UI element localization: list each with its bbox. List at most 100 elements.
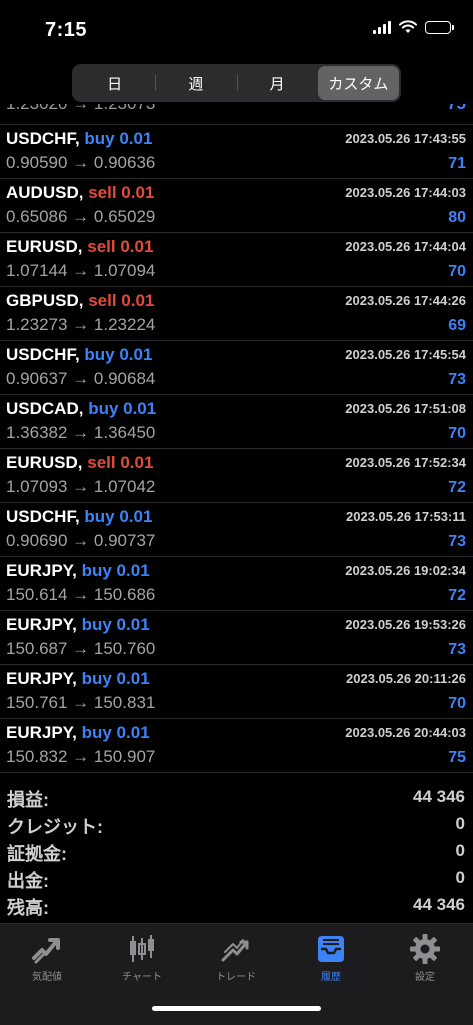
segment-custom[interactable]: カスタム [317,66,399,100]
summary-value: 0 [455,868,465,887]
trade-profit: 75 [448,749,466,766]
summary-value: 44 346 [413,787,465,806]
trade-symbol: EURJPY, [6,723,77,742]
trade-side: sell 0.01 [88,183,155,202]
trade-profit: 71 [448,155,466,172]
trade-symbol-line: EURJPY, buy 0.01 [6,723,150,743]
trade-side: sell 0.01 [88,291,155,310]
tab-chart[interactable]: チャート [102,932,182,992]
segment-month[interactable]: 月 [236,66,318,100]
summary-row-balance: 残高: 44 346 [0,892,473,919]
segment-day[interactable]: 日 [74,66,155,100]
tab-settings[interactable]: 設定 [385,932,465,992]
quotes-icon [32,938,60,964]
trade-symbol: USDCHF, [6,129,80,148]
period-segmented-control: 日 週 月 カスタム [72,64,401,102]
trade-time: 2023.05.26 17:45:54 [345,347,466,362]
summary-value: 0 [455,841,465,860]
summary-row-withdrawal: 出金: 0 [0,865,473,892]
trade-time: 2023.05.26 17:44:03 [345,185,466,200]
trade-symbol-line: AUDUSD, sell 0.01 [6,183,154,203]
settings-gear-icon [410,934,440,964]
trade-symbol: EURJPY, [6,615,77,634]
trade-row[interactable]: USDCAD, buy 0.01 2023.05.26 17:51:08 1.363… [0,395,473,449]
trade-symbol-line: EURUSD, sell 0.01 [6,453,153,473]
trade-row[interactable]: USDCHF, buy 0.01 2023.05.26 17:45:54 0.906… [0,341,473,395]
trade-prices: 0.90690 → 0.90737 [6,531,156,550]
trade-symbol: EURUSD, [6,237,83,256]
trade-side: buy 0.01 [81,561,150,580]
trade-profit: 70 [448,695,466,712]
trade-prices: 1.07093 → 1.07042 [6,477,156,496]
trade-profit: 73 [448,533,466,550]
trade-side: buy 0.01 [84,345,153,364]
trade-row[interactable]: GBPUSD, sell 0.01 2023.05.26 17:44:26 1.23… [0,287,473,341]
trade-side: sell 0.01 [87,453,154,472]
trade-symbol: EURJPY, [6,561,77,580]
cellular-signal-icon [373,20,391,34]
trade-prices: 150.761 → 150.831 [6,693,156,712]
trade-symbol-line: EURJPY, buy 0.01 [6,669,150,689]
trade-row[interactable]: USDCHF, buy 0.01 2023.05.26 17:53:11 0.906… [0,503,473,557]
trade-side: buy 0.01 [81,669,150,688]
summary-label: 出金: [7,871,49,891]
home-indicator [152,1006,321,1011]
trade-row[interactable]: EURJPY, buy 0.01 2023.05.26 19:02:34 150.6… [0,557,473,611]
trade-row[interactable]: EURJPY, buy 0.01 2023.05.26 19:53:26 150.6… [0,611,473,665]
history-inbox-icon [318,936,344,962]
tab-label: 履歴 [321,972,341,983]
trade-row[interactable]: EURUSD, sell 0.01 2023.05.26 17:44:04 1.07… [0,233,473,287]
trade-symbol: EURJPY, [6,669,77,688]
trade-symbol: EURUSD, [6,453,83,472]
trade-profit: 73 [448,371,466,388]
tab-label: 気配値 [32,972,62,983]
wifi-icon [399,20,417,33]
segment-week[interactable]: 週 [155,66,236,100]
trade-symbol: AUDUSD, [6,183,84,202]
trade-symbol: USDCAD, [6,399,84,418]
account-summary: 損益: 44 346 クレジット: 0 証拠金: 0 出金: 0 残高: 44 … [0,784,473,919]
trade-prices: 0.90637 → 0.90684 [6,369,156,388]
trade-icon [221,939,249,962]
trade-profit: 75 [447,104,466,114]
trade-profit: 73 [448,641,466,658]
trade-side: sell 0.01 [87,237,154,256]
summary-label: クレジット: [7,817,103,837]
trade-row[interactable]: EURJPY, buy 0.01 2023.05.26 20:44:03 150.8… [0,719,473,773]
trade-side: buy 0.01 [81,615,150,634]
trade-time: 2023.05.26 17:53:11 [346,509,466,524]
trade-history-list[interactable]: 1.23020 → 1.23073 75 USDCHF, buy 0.01 202… [0,104,473,774]
trade-symbol-line: USDCHF, buy 0.01 [6,345,152,365]
trade-time: 2023.05.26 19:53:26 [345,617,466,632]
tab-trade[interactable]: トレード [196,932,276,992]
trade-prices: 1.36382 → 1.36450 [6,423,156,442]
list-item-partial[interactable]: 1.23020 → 1.23073 75 [0,104,473,125]
trade-symbol-line: GBPUSD, sell 0.01 [6,291,154,311]
trade-profit: 72 [448,479,466,496]
trade-row[interactable]: USDCHF, buy 0.01 2023.05.26 17:43:55 0.905… [0,125,473,179]
trade-time: 2023.05.26 17:44:26 [345,293,466,308]
trade-symbol-line: EURUSD, sell 0.01 [6,237,153,257]
trade-side: buy 0.01 [84,129,153,148]
trade-symbol: USDCHF, [6,507,80,526]
tab-history[interactable]: 履歴 [291,932,371,992]
trade-symbol: USDCHF, [6,345,80,364]
summary-label: 損益: [7,790,49,810]
trade-profit: 70 [448,425,466,442]
trade-symbol-line: USDCAD, buy 0.01 [6,399,156,419]
trade-side: buy 0.01 [81,723,150,742]
trade-time: 2023.05.26 19:02:34 [345,563,466,578]
summary-row-deposit: 証拠金: 0 [0,838,473,865]
trade-symbol-line: USDCHF, buy 0.01 [6,507,152,527]
trade-profit: 70 [448,263,466,280]
summary-value: 0 [455,814,465,833]
tab-quotes[interactable]: 気配値 [7,932,87,992]
trade-row[interactable]: AUDUSD, sell 0.01 2023.05.26 17:44:03 0.65… [0,179,473,233]
trade-prices: 0.90590 → 0.90636 [6,153,156,172]
summary-label: 証拠金: [7,844,67,864]
trade-profit: 72 [448,587,466,604]
trade-profit: 69 [448,317,466,334]
trade-row[interactable]: EURJPY, buy 0.01 2023.05.26 20:11:26 150.7… [0,665,473,719]
trade-prices: 0.65086 → 0.65029 [6,207,156,226]
trade-row[interactable]: EURUSD, sell 0.01 2023.05.26 17:52:34 1.07… [0,449,473,503]
